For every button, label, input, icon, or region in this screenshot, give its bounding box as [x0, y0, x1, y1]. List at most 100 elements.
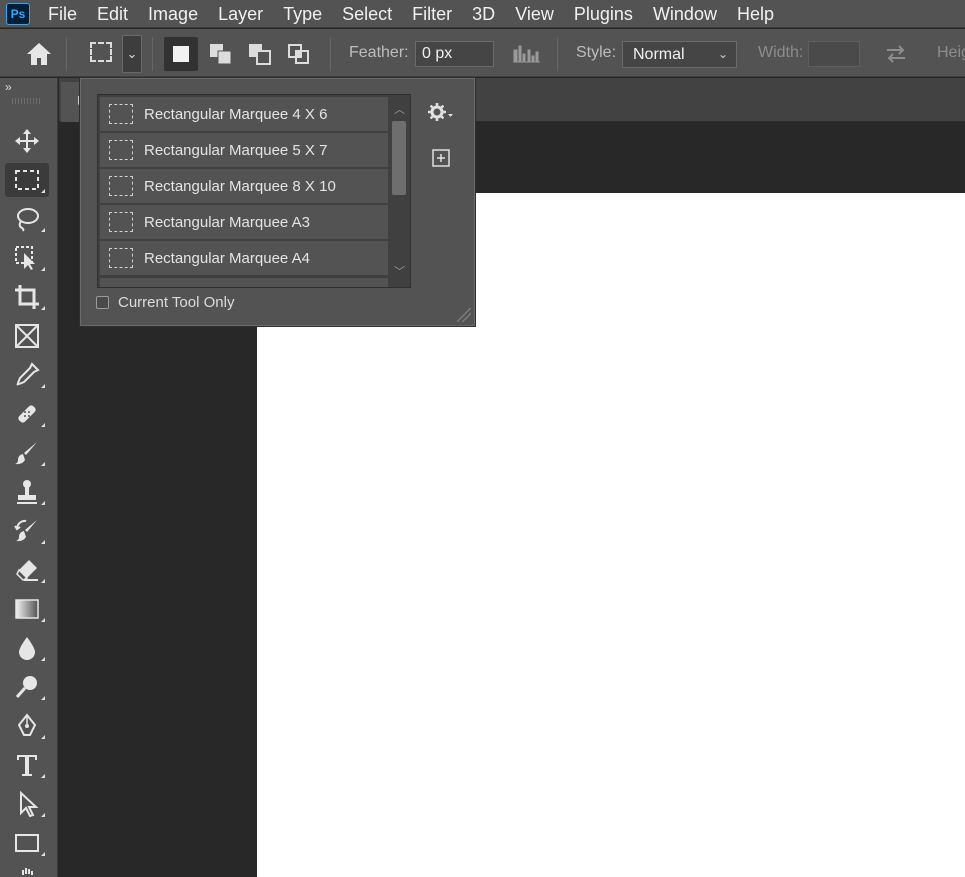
menu-type[interactable]: Type — [283, 4, 322, 24]
tool-group-indicator — [41, 540, 45, 544]
preset-label: Rectangular Marquee A3 — [144, 213, 310, 231]
menu-layer[interactable]: Layer — [218, 4, 263, 24]
tool-group-indicator — [41, 579, 45, 583]
list-item[interactable]: Rectangular Marquee A4 — [100, 241, 388, 275]
separator — [557, 37, 558, 71]
dodge-tool-icon[interactable] — [5, 670, 49, 704]
rectangular-marquee-icon — [109, 176, 133, 196]
feather-label: Feather: — [349, 44, 409, 61]
object-selection-tool-icon[interactable] — [5, 241, 49, 275]
menu-image[interactable]: Image — [148, 4, 198, 24]
separator — [152, 37, 153, 71]
menu-edit[interactable]: Edit — [97, 4, 128, 24]
list-item[interactable]: Rectangular Marquee 8 X 10 — [100, 169, 388, 203]
chevron-down-icon[interactable]: ﹀ — [394, 263, 405, 279]
current-tool-only-label: Current Tool Only — [118, 294, 235, 311]
style-label: Style: — [576, 44, 617, 61]
chevron-down-icon[interactable]: ⌄ — [122, 35, 142, 73]
menu-plugins[interactable]: Plugins — [574, 4, 633, 24]
eyedropper-tool-icon[interactable] — [5, 358, 49, 392]
subtract-from-selection-button[interactable] — [243, 37, 277, 71]
lasso-tool-icon[interactable] — [5, 202, 49, 236]
tool-group-indicator — [41, 657, 45, 661]
separator — [330, 37, 331, 71]
style-select[interactable]: Normal ⌄ — [622, 41, 737, 68]
swap-width-height-icon[interactable] — [884, 43, 908, 70]
tool-group-indicator — [41, 189, 45, 193]
rectangular-marquee-tool-icon[interactable] — [5, 163, 49, 197]
menu-filter[interactable]: Filter — [412, 4, 452, 24]
preset-label: Rectangular Marquee 4 X 6 — [144, 105, 328, 123]
checkbox[interactable] — [96, 296, 109, 309]
width-label: Width: — [758, 44, 804, 61]
clone-stamp-tool-icon[interactable] — [5, 475, 49, 509]
tool-group-indicator — [41, 774, 45, 778]
brush-tool-icon[interactable] — [5, 436, 49, 470]
menu-window[interactable]: Window — [653, 4, 717, 24]
current-tool-only-checkbox[interactable]: Current Tool Only — [96, 294, 234, 311]
resize-grip-icon[interactable] — [457, 308, 471, 322]
tool-group-indicator — [41, 423, 45, 427]
list-item[interactable]: Rectangular Marquee 4 X 6 — [100, 97, 388, 131]
menu-view[interactable]: View — [515, 4, 554, 24]
rectangular-marquee-icon — [109, 140, 133, 160]
new-preset-icon[interactable] — [431, 148, 451, 168]
chevron-up-icon[interactable]: ︿ — [394, 101, 405, 117]
rectangular-marquee-icon — [109, 212, 133, 232]
tool-group-indicator — [41, 228, 45, 232]
tool-group-indicator — [41, 618, 45, 622]
new-selection-button[interactable] — [164, 37, 198, 71]
rectangular-marquee-icon — [109, 248, 133, 268]
chevron-down-icon: ⌄ — [717, 47, 728, 61]
menu-file[interactable]: File — [48, 4, 77, 24]
hand-tool-icon[interactable] — [5, 865, 49, 877]
crop-tool-icon[interactable] — [5, 280, 49, 314]
collapse-panel-icon[interactable]: » — [5, 80, 12, 94]
gear-icon[interactable] — [427, 102, 455, 124]
rectangular-marquee-icon — [109, 104, 133, 124]
tool-group-indicator — [41, 696, 45, 700]
tool-group-indicator — [41, 306, 45, 310]
list-item[interactable]: Rectangular Marquee 5 X 7 — [100, 133, 388, 167]
tool-preset-popup: Rectangular Marquee 4 X 6 Rectangular Ma… — [79, 77, 476, 327]
menu-bar: Ps File Edit Image Layer Type Select Fil… — [0, 0, 965, 28]
home-icon[interactable] — [24, 41, 54, 67]
tool-group-indicator — [41, 501, 45, 505]
eraser-tool-icon[interactable] — [5, 553, 49, 587]
list-scrollbar[interactable]: ︿ ﹀ — [388, 95, 410, 287]
options-bar: ⌄ Feather: 0 px Style: Normal ⌄ Width: H… — [0, 29, 965, 77]
tool-preset-picker[interactable]: ⌄ — [78, 35, 144, 73]
type-tool-icon[interactable] — [5, 748, 49, 782]
pen-tool-icon[interactable] — [5, 709, 49, 743]
blur-tool-icon[interactable] — [5, 631, 49, 665]
preset-list: Rectangular Marquee 4 X 6 Rectangular Ma… — [97, 94, 411, 288]
list-item-partial[interactable] — [100, 278, 388, 287]
tool-group-indicator — [41, 852, 45, 856]
anti-alias-icon[interactable] — [512, 44, 542, 69]
tool-group-indicator — [41, 267, 45, 271]
width-input[interactable] — [808, 41, 860, 67]
scrollbar-thumb[interactable] — [392, 121, 406, 195]
separator — [66, 37, 67, 71]
gradient-tool-icon[interactable] — [5, 592, 49, 626]
menu-select[interactable]: Select — [342, 4, 392, 24]
feather-input[interactable]: 0 px — [415, 41, 494, 67]
rectangle-tool-icon[interactable] — [5, 826, 49, 860]
intersect-selection-button[interactable] — [282, 37, 316, 71]
preset-label: Rectangular Marquee A4 — [144, 249, 310, 267]
rectangular-marquee-icon — [90, 42, 112, 62]
menu-help[interactable]: Help — [737, 4, 774, 24]
path-selection-tool-icon[interactable] — [5, 787, 49, 821]
add-to-selection-button[interactable] — [204, 37, 238, 71]
history-brush-tool-icon[interactable] — [5, 514, 49, 548]
menu-3d[interactable]: 3D — [472, 4, 495, 24]
tool-group-indicator — [41, 735, 45, 739]
move-tool-icon[interactable] — [5, 124, 49, 158]
spot-healing-brush-tool-icon[interactable] — [5, 397, 49, 431]
frame-tool-icon[interactable] — [5, 319, 49, 353]
panel-grip[interactable] — [12, 98, 42, 104]
list-item[interactable]: Rectangular Marquee A3 — [100, 205, 388, 239]
photoshop-logo-icon[interactable]: Ps — [6, 2, 30, 25]
preset-label: Rectangular Marquee 8 X 10 — [144, 177, 336, 195]
tools-panel: » — [0, 78, 58, 877]
